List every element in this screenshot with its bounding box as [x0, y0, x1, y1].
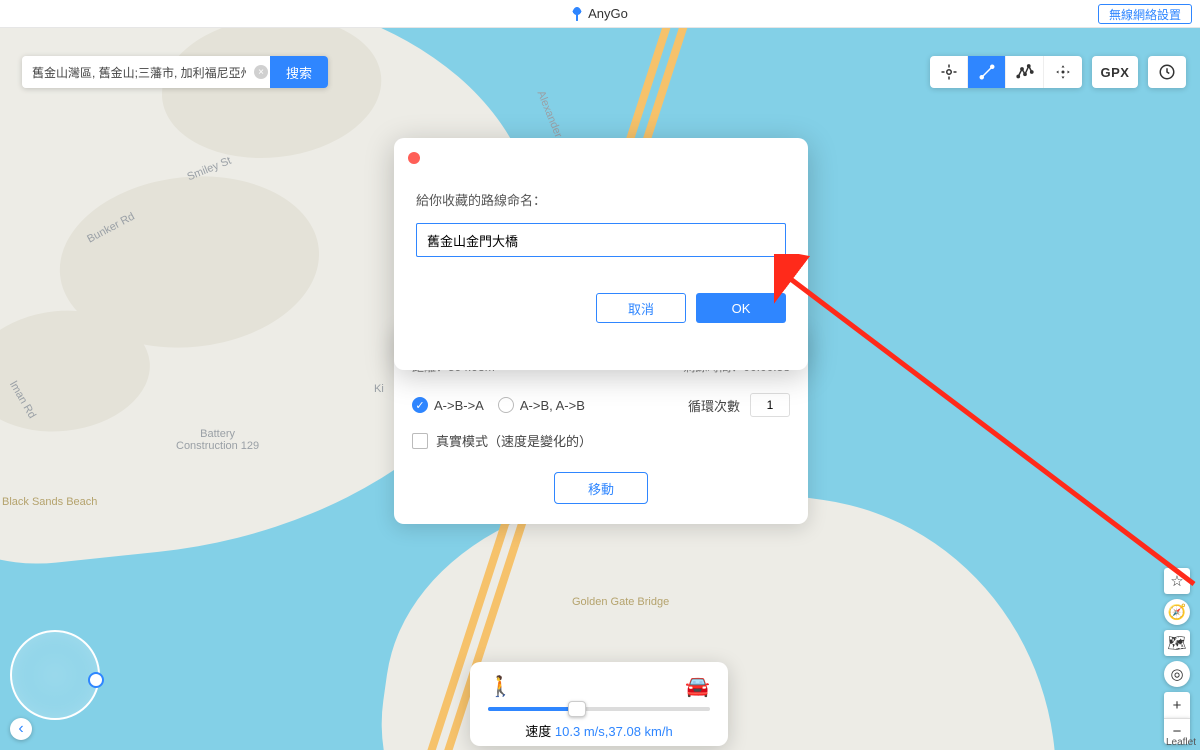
- titlebar: AnyGo 無線網絡設置: [0, 0, 1200, 28]
- clock-icon: [1158, 63, 1176, 81]
- speed-value: 10.3 m/s,37.08 km/h: [555, 724, 673, 739]
- target-icon: ◎: [1170, 665, 1183, 683]
- speed-slider-knob[interactable]: [568, 701, 586, 717]
- speed-label: 速度: [525, 724, 551, 739]
- map-icon: 🗺: [1167, 634, 1186, 652]
- gpx-button[interactable]: GPX: [1092, 56, 1138, 88]
- ok-button[interactable]: OK: [696, 293, 786, 323]
- modal-prompt: 給你收藏的路線命名：: [416, 190, 786, 209]
- move-arrows-icon: [1054, 63, 1072, 81]
- zoom-in-button[interactable]: +: [1164, 692, 1190, 718]
- realistic-mode-label: 真實模式（速度是變化的）: [436, 431, 592, 450]
- app-title: AnyGo: [588, 6, 628, 21]
- option-aba[interactable]: A->B->A: [412, 397, 484, 413]
- car-icon: 🚘: [685, 674, 710, 699]
- two-point-route-icon: [978, 63, 996, 81]
- radio-abab[interactable]: [498, 397, 514, 413]
- map-layers-button[interactable]: 🗺: [1164, 630, 1190, 656]
- realistic-mode-checkbox[interactable]: [412, 433, 428, 449]
- search-input[interactable]: [22, 56, 270, 88]
- compass-icon: 🧭: [1168, 603, 1187, 621]
- wifi-settings-button[interactable]: 無線網絡設置: [1098, 4, 1192, 24]
- search-bar: × 搜索: [22, 56, 328, 88]
- walk-icon: 🚶: [488, 674, 513, 699]
- compass-button[interactable]: 🧭: [1164, 599, 1190, 625]
- side-controls: ☆ 🧭 🗺 ◎ + −: [1164, 568, 1190, 744]
- back-button[interactable]: ‹: [10, 718, 32, 740]
- route-name-input[interactable]: [416, 223, 786, 257]
- cancel-button[interactable]: 取消: [596, 293, 686, 323]
- save-route-modal: 給你收藏的路線命名： 取消 OK: [394, 138, 808, 370]
- speed-slider[interactable]: [488, 707, 710, 711]
- leaflet-attribution: Leaflet: [1166, 737, 1196, 748]
- center-location-button[interactable]: [930, 56, 968, 88]
- app-pin-icon: [572, 7, 582, 21]
- speed-panel: 🚶 🚘 速度 10.3 m/s,37.08 km/h: [470, 662, 728, 746]
- chevron-left-icon: ‹: [18, 720, 23, 738]
- option-abab[interactable]: A->B, A->B: [498, 397, 585, 413]
- center-button[interactable]: ◎: [1164, 661, 1190, 687]
- multi-point-route-icon: [1016, 63, 1034, 81]
- joystick-compass[interactable]: [10, 630, 100, 720]
- top-right-toolbar: GPX: [930, 56, 1186, 88]
- star-icon: ☆: [1170, 572, 1183, 590]
- two-point-route-button[interactable]: [968, 56, 1006, 88]
- multi-point-route-button[interactable]: [1006, 56, 1044, 88]
- plus-icon: +: [1173, 697, 1182, 714]
- favorite-button[interactable]: ☆: [1164, 568, 1190, 594]
- map-canvas[interactable]: Smiley St Bunker Rd Battery Construction…: [0, 28, 1200, 750]
- joystick-move-button[interactable]: [1044, 56, 1082, 88]
- radio-aba[interactable]: [412, 397, 428, 413]
- loop-count-label: 循環次數: [688, 396, 740, 415]
- loop-count-input[interactable]: [750, 393, 790, 417]
- history-button[interactable]: [1148, 56, 1186, 88]
- modal-close-button[interactable]: [408, 152, 420, 164]
- move-button[interactable]: 移動: [554, 472, 648, 504]
- search-clear-icon[interactable]: ×: [254, 65, 268, 79]
- crosshair-icon: [940, 63, 958, 81]
- search-button[interactable]: 搜索: [270, 56, 328, 88]
